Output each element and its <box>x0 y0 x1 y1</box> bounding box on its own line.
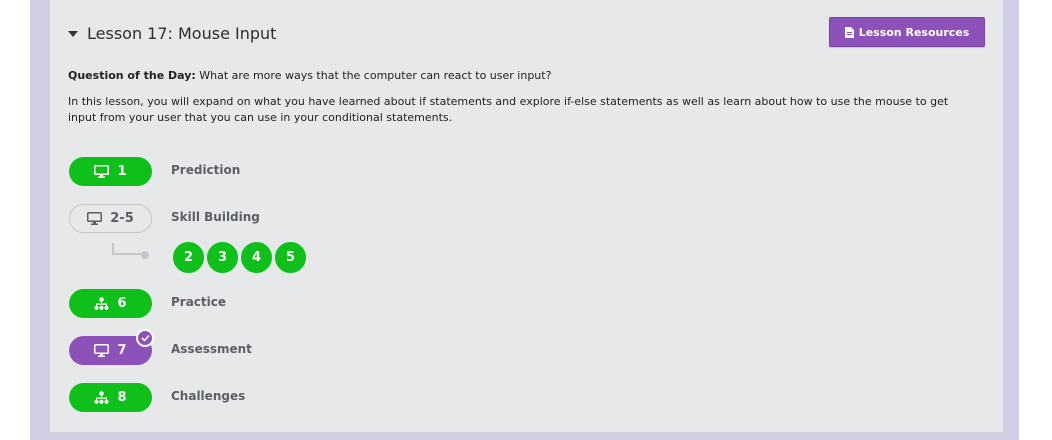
hierarchy-icon <box>94 297 110 310</box>
level-number: 8 <box>117 390 127 405</box>
sublevel-bubble-2[interactable]: 2 <box>171 240 206 275</box>
lesson-header[interactable]: Lesson 17: Mouse Input <box>68 22 276 44</box>
completed-check-icon <box>136 329 154 347</box>
level-number: 2-5 <box>110 211 134 226</box>
level-1-pill[interactable]: 1 <box>69 157 152 186</box>
qotd-text: What are more ways that the computer can… <box>195 69 552 82</box>
level-1-label[interactable]: Prediction <box>171 163 240 177</box>
monitor-icon <box>94 165 110 178</box>
level-8-pill[interactable]: 8 <box>69 383 152 412</box>
level-6-pill[interactable]: 6 <box>69 289 152 318</box>
lesson-resources-button[interactable]: Lesson Resources <box>829 17 985 47</box>
question-of-the-day: Question of the Day: What are more ways … <box>68 69 551 82</box>
sublevel-bubble-5[interactable]: 5 <box>273 240 308 275</box>
lesson-resources-label: Lesson Resources <box>858 25 970 39</box>
qotd-label: Question of the Day: <box>68 69 196 82</box>
level-7-label[interactable]: Assessment <box>171 342 252 356</box>
lesson-title[interactable]: Lesson 17: Mouse Input <box>87 24 276 43</box>
level-number: 7 <box>117 343 127 358</box>
level-number: 6 <box>117 296 127 311</box>
monitor-icon <box>94 344 110 357</box>
level-number: 1 <box>117 164 127 179</box>
sublevel-connector-dot <box>141 251 149 259</box>
level-2-5-pill[interactable]: 2-5 <box>69 204 152 233</box>
hierarchy-icon <box>94 391 110 404</box>
sublevel-connector <box>112 243 142 255</box>
document-icon <box>844 26 854 38</box>
level-6-label[interactable]: Practice <box>171 295 226 309</box>
caret-down-icon[interactable] <box>68 30 78 37</box>
monitor-icon <box>87 212 103 225</box>
level-2-5-label[interactable]: Skill Building <box>171 210 260 224</box>
lesson-description: In this lesson, you will expand on what … <box>68 95 949 124</box>
sublevel-bubble-4[interactable]: 4 <box>239 240 274 275</box>
sublevel-bubble-3[interactable]: 3 <box>205 240 240 275</box>
level-8-label[interactable]: Challenges <box>171 389 245 403</box>
